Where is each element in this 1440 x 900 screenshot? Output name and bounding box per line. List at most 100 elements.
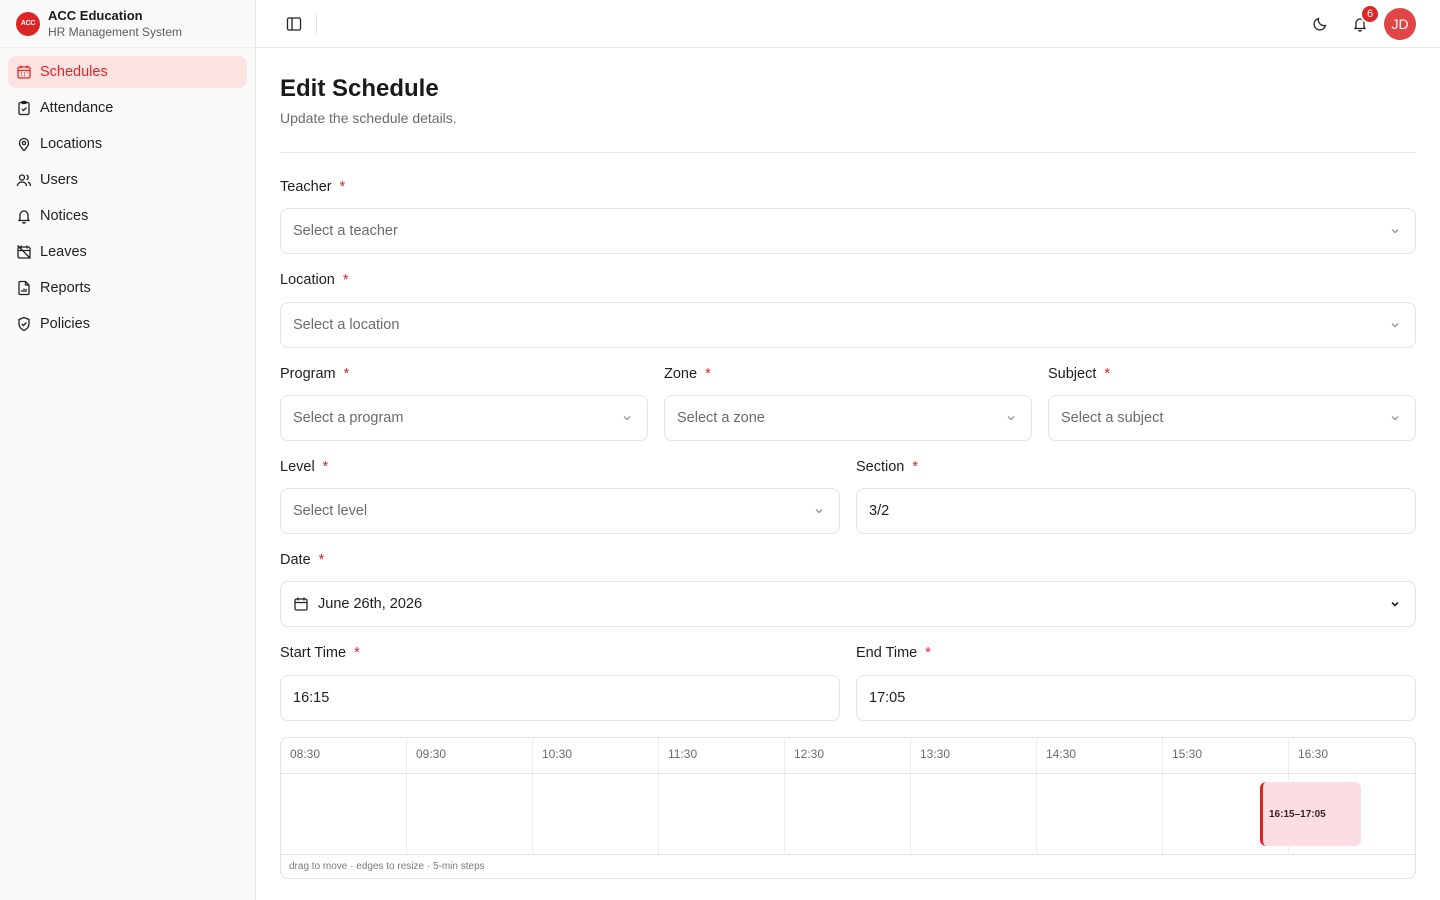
sidebar-item-leaves[interactable]: Leaves bbox=[8, 236, 247, 268]
label-text: End Time bbox=[856, 645, 918, 661]
sidebar-item-label: Leaves bbox=[40, 244, 87, 260]
sidebar-toggle-button[interactable] bbox=[282, 12, 306, 36]
avatar[interactable]: JD bbox=[1384, 8, 1416, 40]
subject-select[interactable]: Select a subject bbox=[1048, 395, 1416, 441]
label-text: Program bbox=[280, 366, 336, 382]
program-select[interactable]: Select a program bbox=[280, 395, 648, 441]
subject-select-placeholder: Select a subject bbox=[1061, 410, 1164, 426]
clipboard-check-icon bbox=[18, 100, 30, 116]
topbar: 6 JD bbox=[256, 0, 1440, 48]
required-mark: * bbox=[354, 645, 360, 661]
teacher-select-placeholder: Select a teacher bbox=[293, 223, 398, 239]
section-input-value: 3/2 bbox=[869, 503, 890, 519]
teacher-select[interactable]: Select a teacher bbox=[280, 208, 1416, 254]
map-pin-icon bbox=[18, 137, 30, 152]
brand-subtitle: HR Management System bbox=[48, 24, 183, 39]
start-time-label: Start Time * bbox=[280, 645, 360, 661]
end-time-input[interactable]: 17:05 bbox=[856, 675, 1416, 721]
required-mark: * bbox=[318, 552, 325, 568]
schedule-block[interactable]: 16:15–17:05 bbox=[1260, 782, 1361, 846]
start-time-input[interactable]: 16:15 bbox=[280, 675, 840, 721]
chevron-down-icon bbox=[1391, 323, 1399, 328]
level-label: Level * bbox=[280, 459, 328, 475]
file-chart-icon bbox=[18, 280, 30, 296]
sidebar-nav: Schedules Attendance Locations Users Not… bbox=[0, 48, 255, 340]
timeline-hint: drag to move · edges to resize · 5-min s… bbox=[281, 854, 1415, 878]
chevron-down-icon bbox=[623, 416, 631, 421]
required-mark: * bbox=[322, 459, 329, 475]
calendar-icon bbox=[294, 597, 308, 611]
required-mark: * bbox=[705, 366, 711, 382]
required-mark: * bbox=[339, 179, 346, 195]
program-label: Program * bbox=[280, 366, 349, 382]
section-label: Section * bbox=[856, 459, 918, 475]
label-text: Start Time bbox=[280, 645, 347, 661]
panel-left-icon bbox=[286, 17, 302, 31]
location-select[interactable]: Select a location bbox=[280, 302, 1416, 348]
required-mark: * bbox=[925, 645, 931, 661]
label-text: Date bbox=[280, 552, 311, 568]
level-select[interactable]: Select level bbox=[280, 488, 840, 534]
end-time-value: 17:05 bbox=[869, 690, 906, 706]
location-label: Location * bbox=[280, 272, 348, 288]
zone-label: Zone * bbox=[664, 366, 711, 382]
sidebar-item-attendance[interactable]: Attendance bbox=[8, 92, 247, 124]
date-picker-value: June 26th, 2026 bbox=[318, 596, 423, 612]
chevron-down-icon bbox=[1391, 601, 1399, 607]
sidebar-item-policies[interactable]: Policies bbox=[8, 308, 247, 340]
required-mark: * bbox=[343, 366, 350, 382]
label-text: Zone bbox=[664, 366, 698, 382]
bell-icon bbox=[17, 210, 31, 224]
theme-toggle-button[interactable] bbox=[1308, 12, 1332, 36]
calendar-off-icon bbox=[17, 245, 31, 259]
notification-count-badge: 6 bbox=[1360, 4, 1380, 24]
zone-select[interactable]: Select a zone bbox=[664, 395, 1032, 441]
label-text: Teacher bbox=[280, 179, 332, 195]
zone-select-placeholder: Select a zone bbox=[677, 410, 765, 426]
program-select-placeholder: Select a program bbox=[293, 410, 404, 426]
label-text: Section bbox=[856, 459, 905, 475]
sidebar-item-label: Users bbox=[40, 172, 78, 188]
chevron-down-icon bbox=[815, 509, 823, 514]
level-select-placeholder: Select level bbox=[293, 503, 368, 519]
shield-check-icon bbox=[18, 316, 30, 332]
sidebar-item-label: Attendance bbox=[40, 100, 114, 116]
page-title: Edit Schedule bbox=[280, 75, 439, 102]
required-mark: * bbox=[342, 272, 349, 288]
section-input[interactable]: 3/2 bbox=[856, 488, 1416, 534]
brand[interactable]: ACC ACC Education HR Management System bbox=[0, 0, 255, 48]
required-mark: * bbox=[912, 459, 919, 475]
chevron-down-icon bbox=[1007, 416, 1015, 421]
sidebar-item-users[interactable]: Users bbox=[8, 164, 247, 196]
start-time-value: 16:15 bbox=[293, 690, 330, 706]
sidebar-item-label: Schedules bbox=[40, 64, 108, 80]
page-subtitle: Update the schedule details. bbox=[280, 110, 457, 126]
label-text: Location bbox=[280, 272, 335, 288]
sidebar-item-notices[interactable]: Notices bbox=[8, 200, 247, 232]
sidebar-item-locations[interactable]: Locations bbox=[8, 128, 247, 160]
location-select-placeholder: Select a location bbox=[293, 317, 400, 333]
timeline-header bbox=[281, 738, 1415, 774]
topbar-divider bbox=[316, 13, 317, 35]
users-icon bbox=[16, 174, 32, 187]
subject-label: Subject * bbox=[1048, 366, 1110, 382]
chevron-down-icon bbox=[1391, 416, 1399, 421]
calendar-icon bbox=[17, 65, 31, 79]
chevron-down-icon bbox=[1391, 229, 1399, 234]
label-text: Subject bbox=[1048, 366, 1097, 382]
divider bbox=[280, 152, 1416, 153]
sidebar-item-reports[interactable]: Reports bbox=[8, 272, 247, 304]
sidebar-item-label: Policies bbox=[40, 316, 90, 332]
sidebar-item-schedules[interactable]: Schedules bbox=[8, 56, 247, 88]
sidebar-item-label: Notices bbox=[40, 208, 89, 224]
sidebar: ACC ACC Education HR Management System S… bbox=[0, 0, 256, 900]
schedule-timeline[interactable]: 08:30 09:30 10:30 11:30 12:30 13:30 14:3… bbox=[280, 737, 1416, 879]
required-mark: * bbox=[1104, 366, 1111, 382]
teacher-label: Teacher * bbox=[280, 179, 345, 195]
date-picker[interactable]: June 26th, 2026 bbox=[280, 581, 1416, 627]
sidebar-item-label: Reports bbox=[40, 280, 91, 296]
moon-icon bbox=[1313, 17, 1327, 31]
label-text: Level bbox=[280, 459, 315, 475]
brand-title: ACC Education bbox=[48, 7, 143, 23]
date-label: Date * bbox=[280, 552, 324, 568]
